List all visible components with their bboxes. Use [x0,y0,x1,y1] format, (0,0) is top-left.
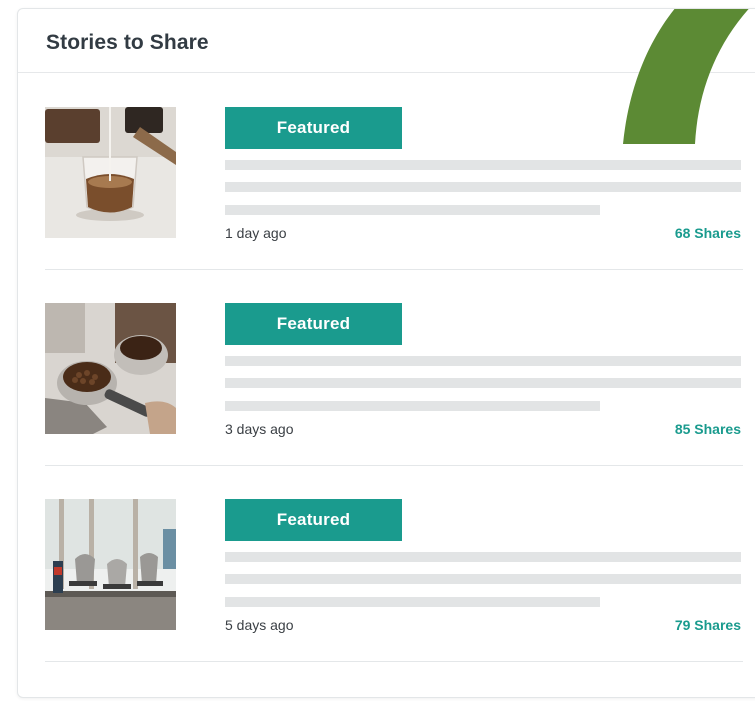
story-item[interactable]: Featured 1 day ago 68 Shares [45,107,743,303]
featured-badge: Featured [225,107,402,149]
story-item[interactable]: Featured 5 days ago 79 Shares [45,499,743,695]
featured-badge: Featured [225,499,402,541]
story-item[interactable]: Featured 3 days ago 85 Shares [45,303,743,499]
espresso-portafilter-image [45,303,176,434]
share-count[interactable]: 68 Shares [675,225,741,241]
text-placeholder-line [225,160,741,170]
story-divider [45,661,743,662]
card-title: Stories to Share [46,31,209,54]
story-thumbnail-espresso[interactable] [45,303,176,434]
share-count[interactable]: 85 Shares [675,421,741,437]
story-divider [45,269,743,270]
text-placeholder-line [225,205,600,215]
share-count[interactable]: 79 Shares [675,617,741,633]
text-placeholder-line [225,401,600,411]
story-time: 5 days ago [225,617,294,633]
text-placeholder-line [225,356,741,366]
story-time: 1 day ago [225,225,287,241]
coffee-glass-image [45,107,176,238]
story-divider [45,465,743,466]
stories-card: Stories to Share Featured 1 day ago 68 S… [17,8,755,698]
story-time: 3 days ago [225,421,294,437]
text-placeholder-line [225,597,600,607]
text-placeholder-line [225,378,741,388]
featured-badge: Featured [225,303,402,345]
story-thumbnail-coffee-glass[interactable] [45,107,176,238]
coffee-bar-image [45,499,176,630]
text-placeholder-line [225,552,741,562]
story-thumbnail-coffee-bar[interactable] [45,499,176,630]
text-placeholder-line [225,182,741,192]
text-placeholder-line [225,574,741,584]
